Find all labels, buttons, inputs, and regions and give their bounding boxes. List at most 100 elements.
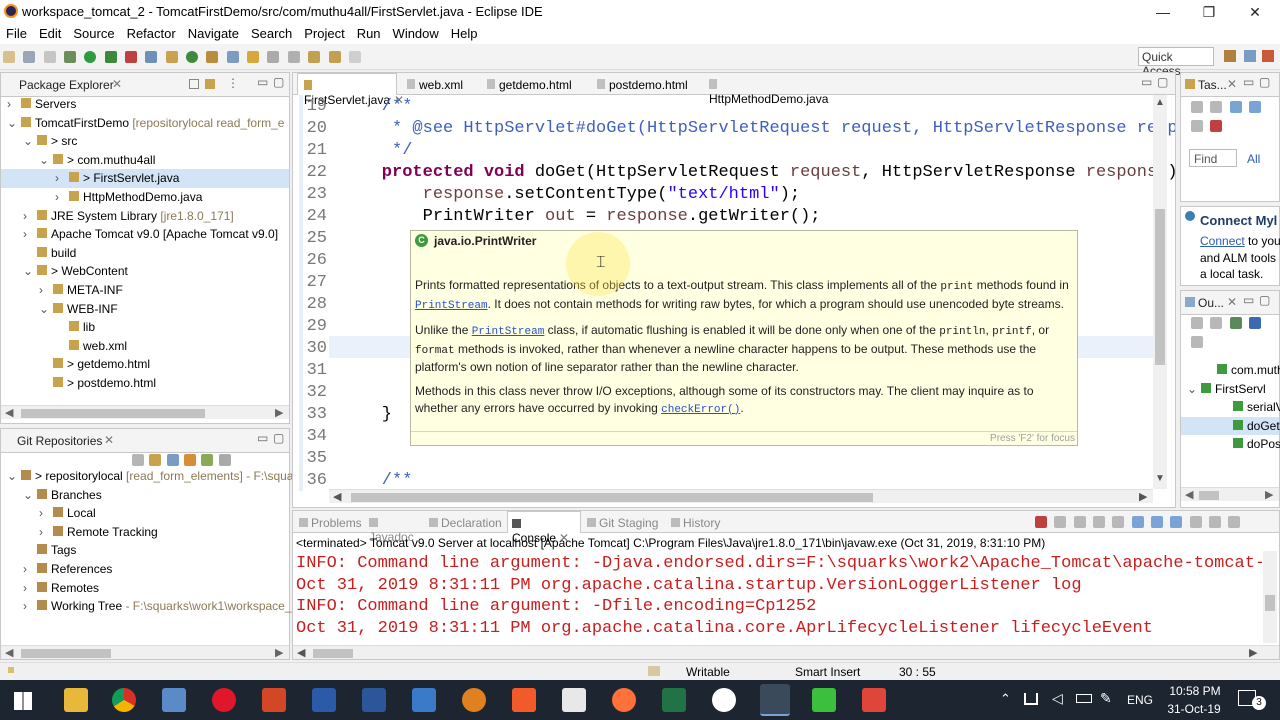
pilcrow-icon[interactable] xyxy=(267,51,280,63)
tree-item[interactable]: ⌄ > com.muthu4all xyxy=(1,151,289,170)
show-stderr-icon[interactable] xyxy=(1170,516,1183,528)
code-line[interactable]: */ xyxy=(341,141,412,160)
menu-run[interactable]: Run xyxy=(351,24,387,41)
expand-arrow-icon[interactable]: ⌄ xyxy=(23,486,35,505)
bottom-tab[interactable]: Declaration xyxy=(425,511,505,533)
scroll-thumb[interactable] xyxy=(1199,491,1219,500)
perspective-java-icon[interactable] xyxy=(1224,50,1236,62)
scroll-left-icon[interactable]: ◀ xyxy=(5,406,13,419)
tree-item[interactable]: › Remotes xyxy=(1,579,289,598)
add-repo-icon[interactable] xyxy=(166,454,179,466)
tree-item[interactable]: › HttpMethodDemo.java xyxy=(1,188,289,207)
nav-forward-icon[interactable] xyxy=(348,51,361,63)
clock-date[interactable]: 31-Oct-19 xyxy=(1164,702,1224,716)
minimize-view-icon[interactable]: ▭ xyxy=(1243,293,1254,307)
sort-icon[interactable] xyxy=(1191,317,1203,329)
tree-item[interactable]: Tags xyxy=(1,541,289,560)
tree-item[interactable]: › References xyxy=(1,560,289,579)
refresh-icon[interactable] xyxy=(218,454,231,466)
scroll-left-icon[interactable]: ◀ xyxy=(297,646,305,659)
link-editor-icon[interactable] xyxy=(205,79,215,89)
scroll-left-icon[interactable]: ◀ xyxy=(1185,488,1193,501)
tree-item[interactable]: › META-INF xyxy=(1,281,289,300)
tree-item[interactable]: doGet(H xyxy=(1181,416,1280,436)
powerpoint-icon[interactable] xyxy=(262,688,286,712)
editor-tab[interactable]: web.xml xyxy=(401,73,477,95)
hide-fields-icon[interactable] xyxy=(1210,317,1223,329)
green-app-icon[interactable] xyxy=(812,688,836,712)
expand-arrow-icon[interactable]: › xyxy=(23,207,35,226)
expand-arrow-icon[interactable]: › xyxy=(23,579,35,598)
firefox-icon[interactable] xyxy=(612,688,636,712)
save-all-icon[interactable] xyxy=(43,51,56,63)
bottom-tab[interactable]: Javadoc xyxy=(365,511,423,544)
display-console-icon[interactable] xyxy=(1209,516,1222,528)
tray-volume-icon[interactable]: ◁ xyxy=(1052,690,1063,707)
brave-icon[interactable] xyxy=(512,688,536,712)
collapse-all-icon[interactable] xyxy=(132,454,144,466)
task-all-link[interactable]: All xyxy=(1247,152,1260,166)
scroll-thumb[interactable] xyxy=(21,409,205,418)
minimize-button[interactable]: — xyxy=(1140,2,1186,22)
excel-icon[interactable] xyxy=(662,688,686,712)
expand-arrow-icon[interactable]: › xyxy=(39,504,51,523)
expand-arrow-icon[interactable]: › xyxy=(55,169,67,188)
bottom-tab[interactable]: History xyxy=(667,511,721,533)
red-app-icon[interactable] xyxy=(862,688,886,712)
checkerror-link[interactable]: checkError() xyxy=(661,404,740,416)
create-repo-icon[interactable] xyxy=(201,454,214,466)
scroll-left-icon[interactable]: ◀ xyxy=(333,490,341,503)
tree-item[interactable]: > getdemo.html xyxy=(1,355,289,374)
settings-icon[interactable] xyxy=(712,688,736,712)
language-indicator[interactable]: ENG xyxy=(1127,693,1153,707)
code-line[interactable]: } xyxy=(341,405,392,424)
pin-console-icon[interactable] xyxy=(1189,516,1202,528)
run-server-icon[interactable] xyxy=(104,51,117,63)
maximize-button[interactable]: ❐ xyxy=(1186,2,1232,22)
bottom-tab[interactable]: Problems xyxy=(295,511,363,533)
expand-arrow-icon[interactable]: ⌄ xyxy=(23,132,35,151)
console-hscrollbar[interactable]: ◀ ▶ xyxy=(293,645,1279,659)
view-menu-icon[interactable]: ⋮ xyxy=(227,76,239,90)
console-output[interactable]: INFO: Command line argument: -Djava.endo… xyxy=(296,554,1262,640)
scroll-up-icon[interactable]: ▲ xyxy=(1155,97,1165,108)
mail-icon[interactable] xyxy=(562,688,586,712)
expand-arrow-icon[interactable]: ⌄ xyxy=(1187,380,1199,399)
clear-console-icon[interactable] xyxy=(1093,516,1106,528)
tray-chevron-icon[interactable]: ⌃ xyxy=(1000,691,1011,707)
tray-battery-icon[interactable] xyxy=(1076,694,1092,703)
git-repositories-tab[interactable]: Git Repositories ✕ ▭ ▢ xyxy=(1,429,289,453)
outline-tab[interactable]: Ou... ✕ ▭ ▢ xyxy=(1181,291,1279,315)
expand-arrow-icon[interactable]: › xyxy=(23,225,35,244)
tree-item[interactable]: com.muthu xyxy=(1181,361,1280,380)
printstream-link[interactable]: PrintStream xyxy=(472,326,545,338)
task-list-tab[interactable]: Tas... ✕ ▭ ▢ xyxy=(1181,73,1279,97)
task-dropdown-icon[interactable] xyxy=(1210,101,1223,113)
close-view-icon[interactable]: ✕ xyxy=(112,77,122,91)
package-explorer-hscrollbar[interactable]: ◀ ▶ xyxy=(1,405,289,419)
menu-project[interactable]: Project xyxy=(298,24,350,41)
code-line[interactable]: response.setContentType("text/html"); xyxy=(341,185,800,204)
scroll-thumb[interactable] xyxy=(1155,209,1165,365)
tree-item[interactable]: ⌄ FirstServl xyxy=(1181,380,1279,399)
menu-source[interactable]: Source xyxy=(67,24,120,41)
expand-arrow-icon[interactable]: › xyxy=(39,523,51,542)
tray-pen-icon[interactable]: ✎ xyxy=(1100,690,1112,707)
expand-arrow-icon[interactable]: ⌄ xyxy=(39,300,51,319)
scroll-right-icon[interactable]: ▶ xyxy=(1139,490,1147,503)
tree-item[interactable]: ⌄ Branches xyxy=(1,486,289,505)
quick-access-input[interactable]: Quick Access xyxy=(1138,47,1214,78)
expand-arrow-icon[interactable]: › xyxy=(55,188,67,207)
tree-item[interactable]: › Servers xyxy=(1,95,289,114)
tree-item[interactable]: ⌄ > WebContent xyxy=(1,262,289,281)
tree-item[interactable]: › Remote Tracking xyxy=(1,523,289,542)
close-view-icon[interactable]: ✕ xyxy=(1227,77,1237,91)
eclipse-taskbar-icon[interactable] xyxy=(760,684,790,716)
minimize-view-icon[interactable]: ▭ xyxy=(257,75,268,89)
package-explorer-tab[interactable]: Package Explorer ✕ ⋮ ▭ ▢ xyxy=(1,73,289,97)
code-line[interactable]: protected void doGet(HttpServletRequest … xyxy=(341,163,1175,182)
categorized-icon[interactable] xyxy=(1229,101,1242,113)
minimize-view-icon[interactable]: ▭ xyxy=(1243,75,1254,89)
tree-item[interactable]: › Working Tree - F:\squarks\work1\workspa… xyxy=(1,597,292,616)
expand-arrow-icon[interactable]: ⌄ xyxy=(7,467,19,486)
